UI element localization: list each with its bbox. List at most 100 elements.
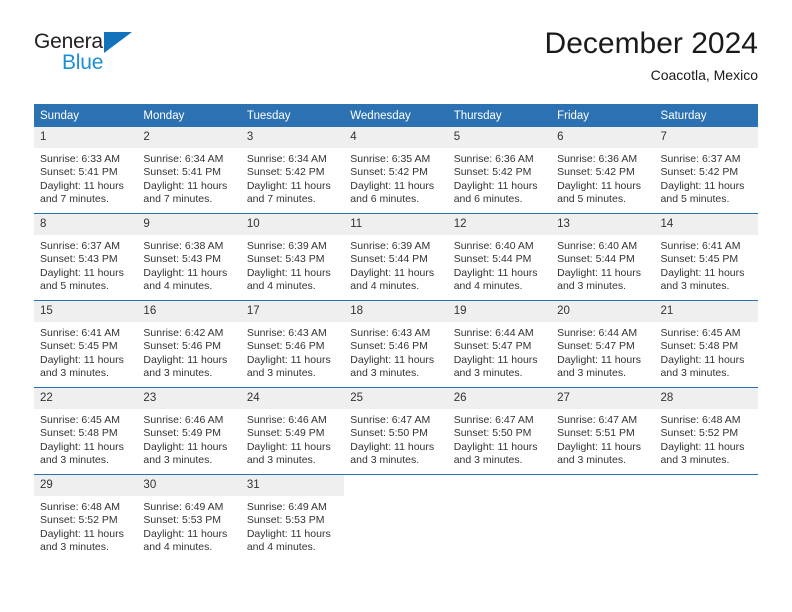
- daylight-text-line1: Daylight: 11 hours: [453, 440, 538, 453]
- sunset-text: Sunset: 5:53 PM: [246, 514, 325, 527]
- calendar-cell[interactable]: 3 Sunrise: 6:34 AM Sunset: 5:42 PM Dayli…: [240, 127, 345, 214]
- calendar-cell: [447, 474, 552, 561]
- day-details: Sunrise: 6:49 AM Sunset: 5:53 PM Dayligh…: [137, 496, 240, 555]
- daylight-text-line1: Daylight: 11 hours: [143, 179, 228, 192]
- daylight-text-line2: and 4 minutes.: [350, 280, 420, 293]
- calendar-cell[interactable]: 9 Sunrise: 6:38 AM Sunset: 5:43 PM Dayli…: [137, 213, 241, 301]
- day-details: Sunrise: 6:41 AM Sunset: 5:45 PM Dayligh…: [34, 322, 137, 381]
- calendar-cell[interactable]: 21 Sunrise: 6:45 AM Sunset: 5:48 PM Dayl…: [654, 300, 758, 388]
- calendar-cell[interactable]: 15 Sunrise: 6:41 AM Sunset: 5:45 PM Dayl…: [34, 300, 138, 388]
- calendar-cell[interactable]: 20 Sunrise: 6:44 AM Sunset: 5:47 PM Dayl…: [551, 300, 655, 388]
- daylight-text-line1: Daylight: 11 hours: [350, 440, 435, 453]
- daylight-text-line1: Daylight: 11 hours: [143, 266, 228, 279]
- daylight-text-line1: Daylight: 11 hours: [40, 353, 124, 366]
- calendar-cell[interactable]: 12 Sunrise: 6:40 AM Sunset: 5:44 PM Dayl…: [447, 213, 552, 301]
- sunrise-text: Sunrise: 6:48 AM: [660, 414, 741, 426]
- daylight-text-line1: Daylight: 11 hours: [350, 266, 435, 279]
- day-number: 10: [240, 214, 345, 235]
- daylight-text-line1: Daylight: 11 hours: [557, 440, 641, 453]
- calendar-cell[interactable]: 14 Sunrise: 6:41 AM Sunset: 5:45 PM Dayl…: [654, 213, 758, 301]
- calendar-cell[interactable]: 7 Sunrise: 6:37 AM Sunset: 5:42 PM Dayli…: [654, 127, 758, 214]
- daylight-text-line1: Daylight: 11 hours: [143, 440, 228, 453]
- sunset-text: Sunset: 5:42 PM: [660, 166, 739, 179]
- triangle-logo-icon: [104, 32, 132, 53]
- calendar-table: Sunday Monday Tuesday Wednesday Thursday…: [34, 104, 758, 561]
- daylight-text-line2: and 3 minutes.: [557, 454, 626, 467]
- calendar-cell[interactable]: 11 Sunrise: 6:39 AM Sunset: 5:44 PM Dayl…: [344, 213, 448, 301]
- sunrise-text: Sunrise: 6:45 AM: [660, 327, 741, 339]
- calendar-cell[interactable]: 2 Sunrise: 6:34 AM Sunset: 5:41 PM Dayli…: [137, 127, 241, 214]
- calendar-cell[interactable]: 28 Sunrise: 6:48 AM Sunset: 5:52 PM Dayl…: [654, 387, 758, 475]
- calendar-cell[interactable]: 26 Sunrise: 6:47 AM Sunset: 5:50 PM Dayl…: [447, 387, 552, 475]
- daylight-text-line1: Daylight: 11 hours: [453, 266, 538, 279]
- calendar-cell[interactable]: 1 Sunrise: 6:33 AM Sunset: 5:41 PM Dayli…: [34, 127, 138, 214]
- calendar-cell[interactable]: 4 Sunrise: 6:35 AM Sunset: 5:42 PM Dayli…: [344, 127, 448, 214]
- daylight-text-line1: Daylight: 11 hours: [143, 353, 228, 366]
- daylight-text-line2: and 6 minutes.: [350, 193, 420, 206]
- sunset-text: Sunset: 5:44 PM: [453, 253, 532, 266]
- general-blue-logo[interactable]: General Blue: [34, 30, 154, 86]
- sunset-text: Sunset: 5:47 PM: [453, 340, 532, 353]
- daylight-text-line2: and 4 minutes.: [246, 280, 316, 293]
- sunset-text: Sunset: 5:45 PM: [660, 253, 739, 266]
- daylight-text-line1: Daylight: 11 hours: [246, 527, 331, 540]
- daylight-text-line2: and 4 minutes.: [143, 280, 213, 293]
- daylight-text-line2: and 5 minutes.: [557, 193, 626, 206]
- calendar-cell[interactable]: 17 Sunrise: 6:43 AM Sunset: 5:46 PM Dayl…: [240, 300, 345, 388]
- calendar-cell[interactable]: 27 Sunrise: 6:47 AM Sunset: 5:51 PM Dayl…: [551, 387, 655, 475]
- calendar-cell[interactable]: 24 Sunrise: 6:46 AM Sunset: 5:49 PM Dayl…: [240, 387, 345, 475]
- day-details: Sunrise: 6:44 AM Sunset: 5:47 PM Dayligh…: [551, 322, 654, 381]
- daylight-text-line1: Daylight: 11 hours: [557, 266, 641, 279]
- calendar-cell: [551, 474, 655, 561]
- sunset-text: Sunset: 5:49 PM: [246, 427, 325, 440]
- day-number: 2: [137, 127, 241, 148]
- sunset-text: Sunset: 5:41 PM: [40, 166, 118, 179]
- calendar-cell[interactable]: 31 Sunrise: 6:49 AM Sunset: 5:53 PM Dayl…: [240, 474, 345, 561]
- weekday-header-row: Sunday Monday Tuesday Wednesday Thursday…: [34, 104, 758, 127]
- calendar-cell[interactable]: 6 Sunrise: 6:36 AM Sunset: 5:42 PM Dayli…: [551, 127, 655, 214]
- day-details: Sunrise: 6:49 AM Sunset: 5:53 PM Dayligh…: [241, 496, 344, 555]
- day-details: Sunrise: 6:41 AM Sunset: 5:45 PM Dayligh…: [655, 235, 758, 294]
- day-number: [344, 475, 447, 496]
- day-details: Sunrise: 6:39 AM Sunset: 5:44 PM Dayligh…: [344, 235, 447, 294]
- calendar-cell[interactable]: 30 Sunrise: 6:49 AM Sunset: 5:53 PM Dayl…: [137, 474, 241, 561]
- daylight-text-line2: and 3 minutes.: [660, 280, 730, 293]
- calendar-cell[interactable]: 19 Sunrise: 6:44 AM Sunset: 5:47 PM Dayl…: [447, 300, 552, 388]
- calendar-cell[interactable]: 8 Sunrise: 6:37 AM Sunset: 5:43 PM Dayli…: [34, 213, 138, 301]
- day-details: Sunrise: 6:45 AM Sunset: 5:48 PM Dayligh…: [655, 322, 758, 381]
- calendar-cell[interactable]: 23 Sunrise: 6:46 AM Sunset: 5:49 PM Dayl…: [137, 387, 241, 475]
- page-subtitle: Coacotla, Mexico: [650, 67, 758, 83]
- sunrise-text: Sunrise: 6:33 AM: [40, 153, 120, 165]
- calendar-cell[interactable]: 10 Sunrise: 6:39 AM Sunset: 5:43 PM Dayl…: [240, 213, 345, 301]
- daylight-text-line2: and 4 minutes.: [246, 541, 316, 554]
- calendar-week-row: 1 Sunrise: 6:33 AM Sunset: 5:41 PM Dayli…: [34, 127, 758, 214]
- day-number: 26: [447, 388, 552, 409]
- calendar-cell[interactable]: 22 Sunrise: 6:45 AM Sunset: 5:48 PM Dayl…: [34, 387, 138, 475]
- day-details: Sunrise: 6:39 AM Sunset: 5:43 PM Dayligh…: [241, 235, 344, 294]
- calendar-cell[interactable]: 16 Sunrise: 6:42 AM Sunset: 5:46 PM Dayl…: [137, 300, 241, 388]
- daylight-text-line2: and 5 minutes.: [40, 280, 109, 293]
- sunset-text: Sunset: 5:44 PM: [557, 253, 635, 266]
- day-details: Sunrise: 6:37 AM Sunset: 5:42 PM Dayligh…: [655, 148, 758, 207]
- day-details: Sunrise: 6:40 AM Sunset: 5:44 PM Dayligh…: [551, 235, 654, 294]
- sunrise-text: Sunrise: 6:49 AM: [246, 501, 327, 513]
- day-number: 25: [344, 388, 448, 409]
- daylight-text-line2: and 3 minutes.: [40, 541, 109, 554]
- calendar-cell[interactable]: 13 Sunrise: 6:40 AM Sunset: 5:44 PM Dayl…: [551, 213, 655, 301]
- sunset-text: Sunset: 5:52 PM: [40, 514, 118, 527]
- weekday-header-thursday: Thursday: [447, 104, 552, 127]
- calendar-cell[interactable]: 29 Sunrise: 6:48 AM Sunset: 5:52 PM Dayl…: [34, 474, 138, 561]
- daylight-text-line2: and 3 minutes.: [40, 454, 109, 467]
- daylight-text-line2: and 4 minutes.: [453, 280, 523, 293]
- sunset-text: Sunset: 5:45 PM: [40, 340, 118, 353]
- day-details: Sunrise: 6:47 AM Sunset: 5:50 PM Dayligh…: [448, 409, 551, 468]
- calendar-cell[interactable]: 25 Sunrise: 6:47 AM Sunset: 5:50 PM Dayl…: [344, 387, 448, 475]
- day-number: 28: [654, 388, 758, 409]
- daylight-text-line2: and 3 minutes.: [557, 367, 626, 380]
- day-number: 11: [344, 214, 448, 235]
- sunset-text: Sunset: 5:53 PM: [143, 514, 222, 527]
- sunset-text: Sunset: 5:47 PM: [557, 340, 635, 353]
- calendar-cell[interactable]: 18 Sunrise: 6:43 AM Sunset: 5:46 PM Dayl…: [344, 300, 448, 388]
- calendar-cell[interactable]: 5 Sunrise: 6:36 AM Sunset: 5:42 PM Dayli…: [447, 127, 552, 214]
- daylight-text-line2: and 3 minutes.: [246, 367, 316, 380]
